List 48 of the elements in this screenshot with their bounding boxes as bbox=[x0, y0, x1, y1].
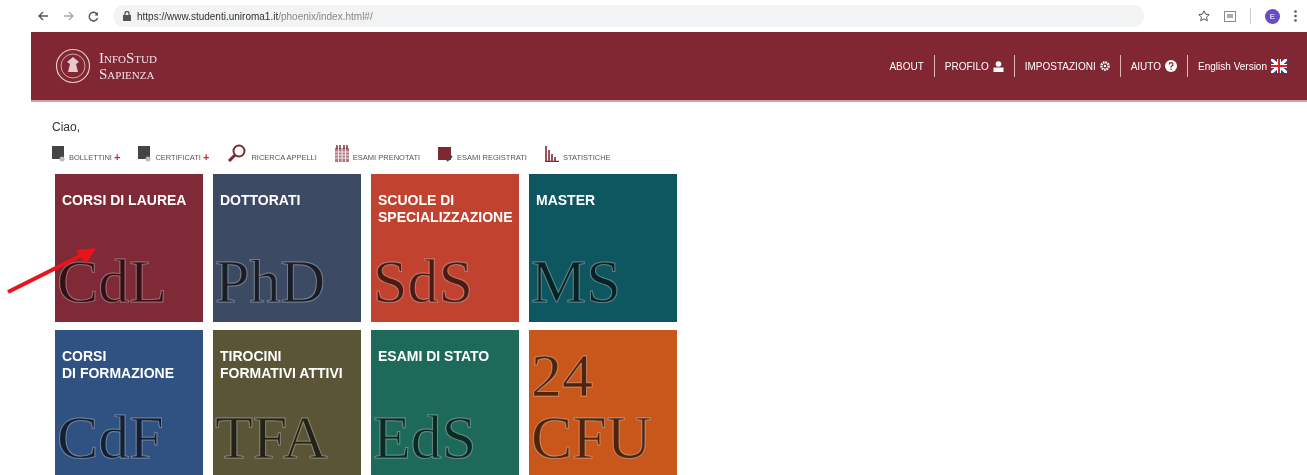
reload-icon[interactable] bbox=[88, 10, 99, 22]
site-logo-text[interactable]: InfoStud Sapienza bbox=[99, 50, 157, 82]
tile-watermark-text: PhD bbox=[215, 250, 326, 312]
help-icon bbox=[1165, 60, 1178, 72]
extension-icon[interactable] bbox=[1224, 10, 1236, 22]
nav-link[interactable]: ABOUT bbox=[889, 60, 924, 72]
category-tile[interactable]: CORSI DI FORMAZIONE CdF bbox=[55, 330, 203, 475]
tile-title: DOTTORATI bbox=[220, 192, 302, 209]
university-seal-icon bbox=[55, 48, 91, 84]
star-icon[interactable] bbox=[1198, 10, 1210, 22]
category-tile[interactable]: MASTER MS bbox=[529, 174, 677, 322]
nav-link[interactable]: AIUTO bbox=[1130, 60, 1178, 72]
menu-icon[interactable] bbox=[1294, 10, 1297, 22]
tile-title: CORSI DI LAUREA bbox=[62, 192, 188, 209]
greeting-text: Ciao, bbox=[52, 120, 81, 134]
tile-title: CORSI DI FORMAZIONE bbox=[62, 348, 175, 382]
search-icon bbox=[227, 144, 248, 162]
tile-title: MASTER bbox=[536, 192, 597, 209]
calendar-icon bbox=[334, 145, 349, 162]
nav-link[interactable]: PROFILO bbox=[944, 60, 1004, 72]
category-tile[interactable]: DOTTORATI PhD bbox=[213, 174, 361, 322]
lock-icon bbox=[123, 11, 131, 21]
tile-watermark-text: EdS bbox=[373, 406, 477, 468]
profile-avatar[interactable]: E bbox=[1265, 8, 1280, 24]
tile-watermark-text: CdF bbox=[57, 406, 164, 468]
tile-title: SCUOLE DI SPECIALIZZAZIONE bbox=[378, 192, 511, 226]
user-icon bbox=[992, 60, 1004, 72]
category-tile[interactable]: ESAMI DI STATO EdS bbox=[371, 330, 519, 475]
document-icon bbox=[138, 146, 152, 162]
category-tile[interactable]: TIROCINI FORMATIVI ATTIVI TFA bbox=[213, 330, 361, 475]
tile-watermark-text: CdL bbox=[57, 250, 168, 312]
nav-link[interactable]: English Version bbox=[1198, 59, 1287, 73]
category-tile[interactable]: CORSI DI LAUREA CdL bbox=[55, 174, 203, 322]
settings-icon bbox=[1099, 61, 1110, 71]
category-tile[interactable]: SCUOLE DI SPECIALIZZAZIONE SdS bbox=[371, 174, 519, 322]
uk-flag-icon bbox=[1271, 59, 1287, 73]
notebook-pen-icon bbox=[438, 147, 454, 162]
tile-watermark-text: TFA bbox=[215, 406, 328, 468]
tile-watermark-text: 24 CFU bbox=[531, 344, 652, 468]
nav-link[interactable]: IMPOSTAZIONI bbox=[1024, 60, 1110, 72]
tile-watermark-text: MS bbox=[531, 250, 621, 312]
bar-chart-icon bbox=[544, 146, 559, 162]
tile-title: TIROCINI FORMATIVI ATTIVI bbox=[220, 348, 344, 382]
tile-watermark-text: SdS bbox=[373, 250, 473, 312]
address-bar[interactable]: https://www.studenti.uniroma1.it/phoenix/index.html#/ bbox=[113, 5, 1144, 27]
document-icon bbox=[52, 146, 65, 162]
back-icon[interactable] bbox=[38, 11, 49, 21]
tile-title: ESAMI DI STATO bbox=[378, 348, 491, 365]
